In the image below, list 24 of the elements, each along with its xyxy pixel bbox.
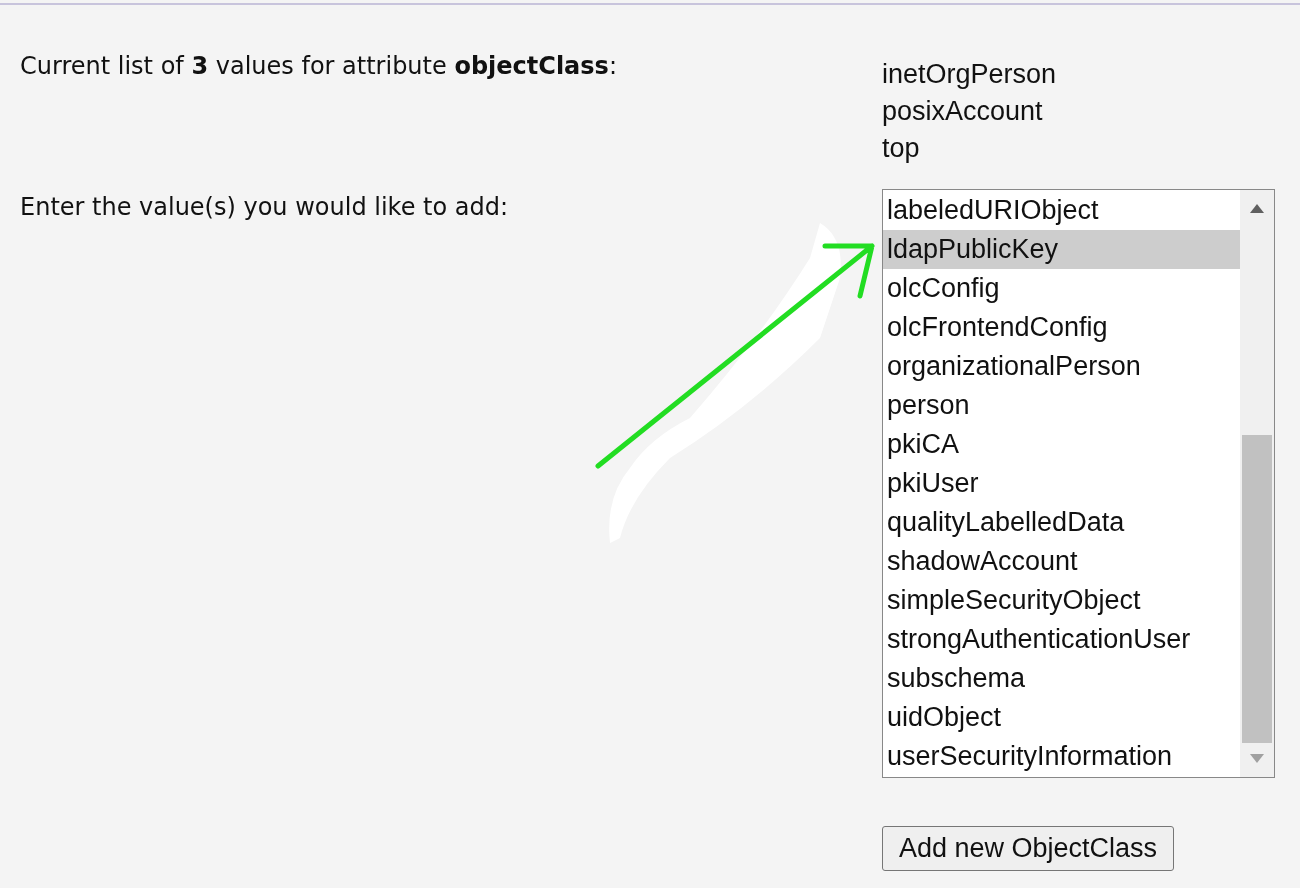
- scroll-up-icon[interactable]: [1250, 204, 1264, 213]
- add-values-label: Enter the value(s) you would like to add:: [20, 192, 508, 223]
- list-option[interactable]: labeledURIObject: [883, 191, 1240, 230]
- list-option[interactable]: uidObject: [883, 698, 1240, 737]
- list-option[interactable]: olcConfig: [883, 269, 1240, 308]
- list-option[interactable]: olcFrontendConfig: [883, 308, 1240, 347]
- list-option[interactable]: pkiUser: [883, 464, 1240, 503]
- list-option[interactable]: qualityLabelledData: [883, 503, 1240, 542]
- list-option[interactable]: strongAuthenticationUser: [883, 620, 1240, 659]
- objectclass-listbox[interactable]: [882, 189, 1275, 778]
- attribute-value: inetOrgPerson: [882, 58, 1058, 91]
- list-option[interactable]: ldapPublicKey: [883, 230, 1240, 269]
- list-option[interactable]: subschema: [883, 659, 1240, 698]
- attribute-value: posixAccount: [882, 95, 1044, 128]
- attribute-value: top: [882, 132, 921, 165]
- add-objectclass-button[interactable]: Add new ObjectClass: [882, 826, 1175, 871]
- list-option[interactable]: shadowAccount: [883, 542, 1240, 581]
- list-option[interactable]: pkiCA: [883, 425, 1240, 464]
- list-option[interactable]: person: [883, 386, 1240, 425]
- list-option[interactable]: simpleSecurityObject: [883, 581, 1240, 620]
- current-values-label: Current list of 3 values for attribute objectClass:: [20, 51, 617, 82]
- scrollbar[interactable]: [1240, 190, 1274, 777]
- list-option[interactable]: organizationalPerson: [883, 347, 1240, 386]
- list-option[interactable]: userSecurityInformation: [883, 737, 1240, 776]
